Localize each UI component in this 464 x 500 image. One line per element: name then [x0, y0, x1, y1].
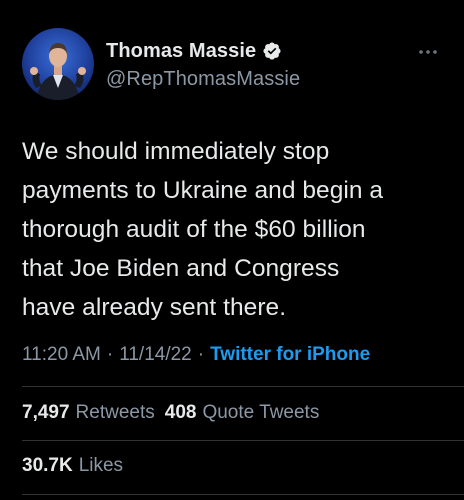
verified-badge-icon — [262, 41, 282, 61]
retweet-stats-row: 7,497 Retweets 408 Quote Tweets — [22, 402, 444, 424]
tweet-source-link[interactable]: Twitter for iPhone — [210, 344, 370, 366]
likes-stats-row: 30.7K Likes — [22, 455, 444, 477]
tweet-text-line: that Joe Biden and Congress — [22, 255, 340, 282]
retweets-stat[interactable]: 7,497 Retweets — [22, 402, 155, 424]
likes-label: Likes — [78, 455, 124, 476]
more-horizontal-icon[interactable] — [416, 44, 440, 54]
likes-stat[interactable]: 30.7K Likes — [22, 455, 123, 477]
user-names: Thomas Massie @RepThomasMassie — [106, 28, 300, 100]
tweet-text: We should immediately stop payments to U… — [22, 132, 444, 327]
meta-separator: · — [106, 344, 114, 365]
quote-tweets-label: Quote Tweets — [202, 402, 320, 423]
retweets-label: Retweets — [75, 402, 155, 423]
avatar-image — [22, 28, 94, 100]
divider — [22, 440, 464, 441]
tweet-detail: Thomas Massie @RepThomasMassie We should… — [0, 0, 464, 500]
divider — [22, 386, 464, 387]
tweet-text-line: We should immediately stop — [22, 138, 330, 165]
tweet-text-line: payments to Ukraine and begin a — [22, 177, 384, 204]
meta-separator: · — [197, 344, 205, 365]
tweet-text-line: thorough audit of the $60 billion — [22, 216, 366, 243]
tweet-metadata: 11:20 AM · 11/14/22 · Twitter for iPhone — [22, 344, 444, 366]
quote-tweets-stat[interactable]: 408 Quote Tweets — [165, 402, 320, 424]
tweet-text-line: have already sent there. — [22, 294, 287, 321]
display-name-row: Thomas Massie — [106, 40, 300, 63]
likes-count: 30.7K — [22, 455, 73, 476]
tweet-time[interactable]: 11:20 AM — [22, 344, 101, 366]
user-handle[interactable]: @RepThomasMassie — [106, 68, 300, 91]
display-name[interactable]: Thomas Massie — [106, 40, 256, 63]
tweet-date[interactable]: 11/14/22 — [119, 344, 192, 366]
avatar[interactable] — [22, 28, 94, 100]
tweet-header: Thomas Massie @RepThomasMassie — [22, 26, 446, 102]
quote-tweets-count: 408 — [164, 402, 197, 423]
divider — [22, 494, 464, 495]
retweets-count: 7,497 — [22, 402, 70, 423]
